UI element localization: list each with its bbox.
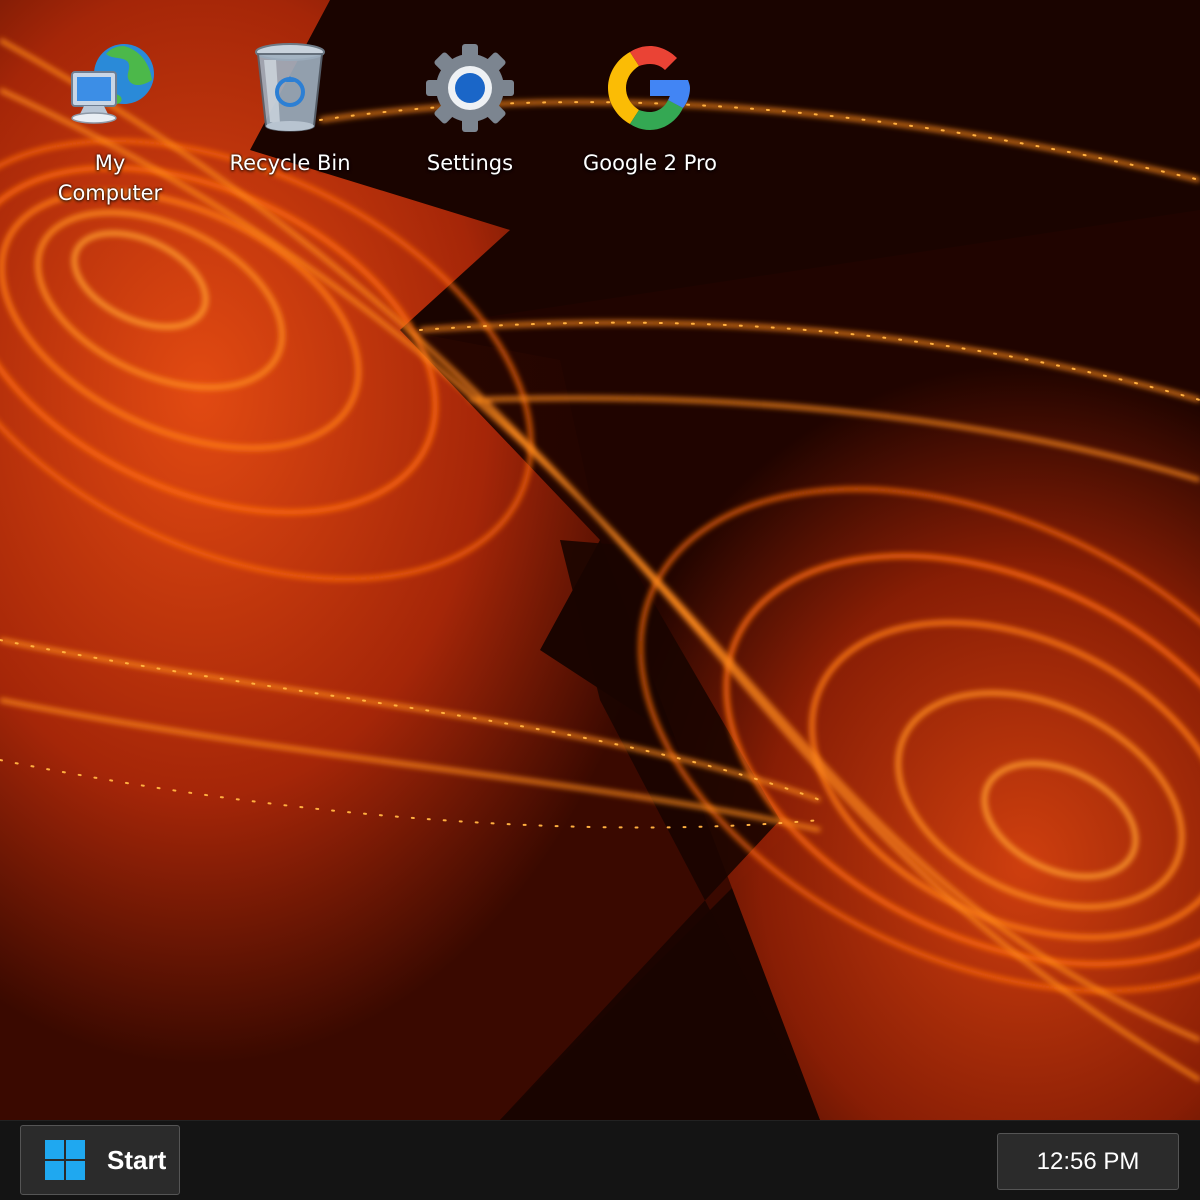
desktop-icon-google-2-pro[interactable]: Google 2 Pro [575,38,725,178]
desktop-icon-label: My Computer [57,151,163,205]
desktop-icon-label: Settings [426,151,514,175]
gear-icon [420,38,520,138]
desktop-icon-label: Recycle Bin [229,151,351,175]
taskbar: Start 12:56 PM [0,1120,1200,1200]
desktop-icon-settings[interactable]: Settings [395,38,545,178]
google-icon [600,38,700,138]
start-button[interactable]: Start [20,1125,180,1195]
windows-logo-icon [45,1140,85,1180]
recycle-bin-icon [240,38,340,138]
taskbar-clock[interactable]: 12:56 PM [997,1133,1179,1190]
desktop-icon-my-computer[interactable]: My Computer [35,38,185,208]
start-label: Start [107,1144,167,1175]
desktop-icon-label: Google 2 Pro [582,151,718,175]
my-computer-icon [60,38,160,138]
desktop: My Computer Recycle Bin Settings Google … [0,0,1200,1120]
desktop-icon-recycle-bin[interactable]: Recycle Bin [215,38,365,178]
